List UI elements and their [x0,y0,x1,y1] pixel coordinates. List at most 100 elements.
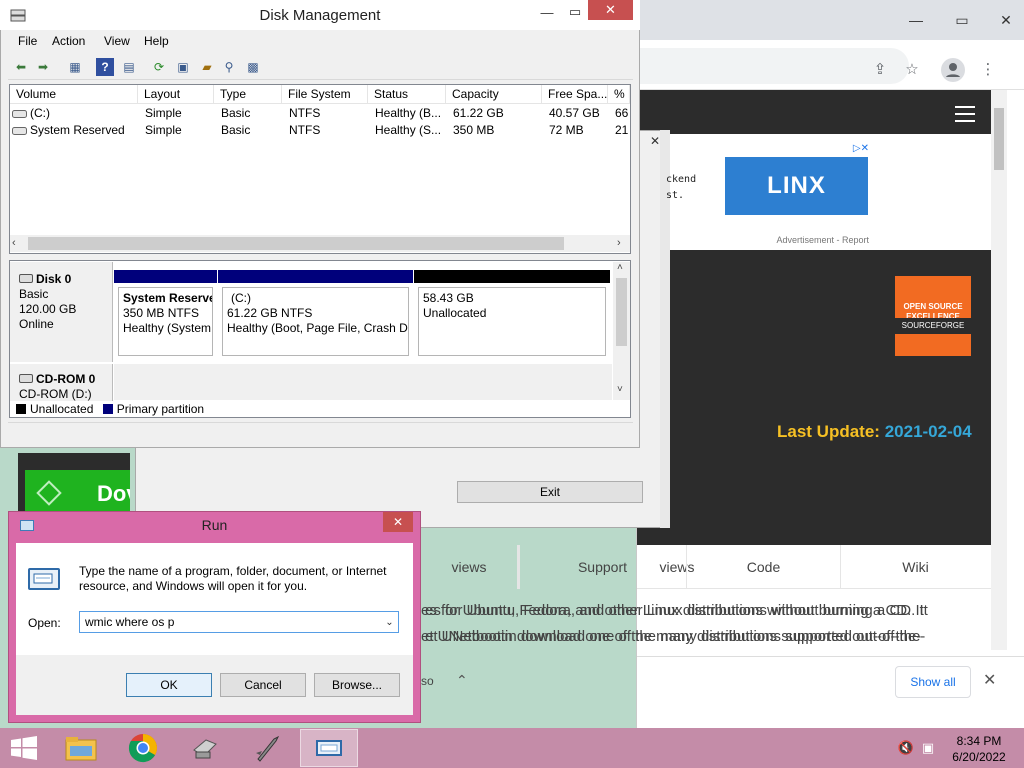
share-icon[interactable]: ⇪ [869,58,891,80]
scroll-left-icon[interactable]: ‹ [12,237,16,249]
col-free-space[interactable]: Free Spa... [542,85,608,104]
scroll-right-icon[interactable]: › [617,237,621,249]
partition-size: 58.43 GB [423,291,474,305]
windows-start-icon[interactable] [10,736,38,760]
run-description: Type the name of a program, folder, docu… [79,564,387,593]
close-icon[interactable]: ✕ [383,512,413,532]
search-icon[interactable]: ⚲ [220,58,238,76]
ok-button[interactable]: OK [126,673,212,697]
exit-button[interactable]: Exit [457,481,643,503]
close-icon[interactable]: ✕ [993,8,1019,32]
row-c-volume[interactable]: (C:) [24,105,138,121]
badge-line1: OPEN SOURCE [903,302,963,311]
row-c-fs: NTFS [289,106,321,120]
browse-button[interactable]: Browse... [314,673,400,697]
disk-tool-icon[interactable] [176,729,234,767]
site-header [637,90,991,134]
volume-list-hscroll[interactable]: ‹ › [10,235,630,252]
disk0-label[interactable]: Disk 0 Basic 120.00 GB Online [10,262,113,362]
partition-c[interactable]: (C:) 61.22 GB NTFS Healthy (Boot, Page F… [218,270,413,358]
refresh-icon[interactable]: ⟳ [150,58,168,76]
cancel-button[interactable]: Cancel [220,673,306,697]
partition-details: (C:) 61.22 GB NTFS Healthy (Boot, Page F… [222,287,409,356]
properties-icon[interactable]: ▤ [120,58,138,76]
description-line-2-visible: et UNetbootin download one of the many d… [421,628,922,645]
status-bar [8,422,633,442]
network-icon[interactable]: ▣ [920,740,936,756]
help-icon[interactable]: ? [96,58,114,76]
scroll-down-icon[interactable]: ˅ [617,384,623,395]
minimize-icon[interactable]: — [532,2,562,22]
open-input[interactable] [79,611,399,633]
menu-view[interactable]: View [104,34,130,48]
page-scroll-thumb[interactable] [994,108,1004,170]
download-icon [36,480,62,506]
address-bar[interactable] [637,48,897,84]
close-download-bar-icon[interactable]: ✕ [983,670,1003,692]
row-sr-volume[interactable]: System Reserved [24,122,138,138]
chevron-down-icon[interactable]: ⌄ [381,612,398,632]
minimize-icon[interactable]: — [903,8,929,32]
maximize-icon[interactable]: ▭ [560,2,590,22]
description-line-1-visible: es for Ubuntu, Fedora, and other Linux d… [421,602,924,619]
cdrom-label[interactable]: CD-ROM 0 CD-ROM (D:) [10,364,113,402]
ad-choices-icon[interactable]: ▷✕ [837,143,869,157]
unallocated-swatch [16,404,26,414]
col-percent-free[interactable]: % F [608,85,630,104]
file-explorer-icon[interactable] [52,729,110,767]
partition-system-reserved[interactable]: System Reserve 350 MB NTFS Healthy (Syst… [114,270,217,358]
cdrom-area [114,364,612,400]
disk-view-vscroll[interactable]: ˄ ˅ [613,262,630,400]
tab-code[interactable]: Code [686,545,840,589]
partition-unallocated[interactable]: 58.43 GB Unallocated [414,270,610,358]
col-type[interactable]: Type [214,85,282,104]
back-arrow-icon[interactable]: ⬅ [12,58,30,76]
forward-arrow-icon[interactable]: ➡ [34,58,52,76]
open-label: Open: [28,616,61,630]
maximize-icon[interactable]: ▭ [949,8,975,32]
disk-management-icon[interactable] [300,729,358,767]
hscroll-thumb[interactable] [28,237,564,250]
advertisement-label[interactable]: Advertisement - Report [757,235,869,247]
profile-avatar-icon[interactable] [941,58,965,82]
rescan-icon[interactable]: ▣ [174,58,192,76]
volume-muted-icon[interactable]: 🔇 [898,740,914,756]
menu-kebab-icon[interactable]: ⋮ [977,58,999,80]
linx-advert[interactable]: LINX [725,157,868,215]
row-sr-capacity: 350 MB [453,123,495,137]
row-c-layout: Simple [145,106,182,120]
settings-icon[interactable]: ▩ [244,58,262,76]
show-all-button[interactable]: Show all [895,666,971,698]
col-file-system[interactable]: File System [282,85,368,104]
col-volume[interactable]: Volume [10,85,138,104]
open-folder-icon[interactable]: ▰ [198,58,216,76]
bookmark-star-icon[interactable]: ☆ [901,58,923,80]
close-icon[interactable]: ✕ [588,0,633,20]
tab-reviews-visible[interactable]: views [421,545,517,589]
disk-icon [19,274,33,283]
system-clock[interactable]: 8:34 PM 6/20/2022 [940,733,1018,765]
unetbootin-icon[interactable] [238,729,296,767]
download-item-fragment[interactable]: so [421,674,434,688]
menu-action[interactable]: Action [52,34,85,48]
menu-file[interactable]: File [18,34,37,48]
cdrom-title: CD-ROM 0 [36,372,96,386]
disk0-name: Disk 0 [19,272,112,287]
col-capacity[interactable]: Capacity [446,85,542,104]
tab-support[interactable]: Support [518,545,686,589]
legend: Unallocated Primary partition [10,401,630,417]
console-tree-icon[interactable]: ▦ [66,58,84,76]
tab-wiki[interactable]: Wiki [840,545,990,589]
row-c-type: Basic [221,106,251,120]
menu-help[interactable]: Help [144,34,169,48]
primary-partition-bar [114,270,217,283]
vscroll-thumb[interactable] [616,278,627,346]
page-scrollbar[interactable] [991,90,1007,650]
chevron-up-icon[interactable]: ⌃ [456,672,468,689]
chrome-icon[interactable] [114,729,172,767]
col-status[interactable]: Status [368,85,446,104]
scroll-up-icon[interactable]: ˄ [617,262,623,273]
row-c-pct: 66 [615,106,629,120]
col-layout[interactable]: Layout [138,85,214,104]
hamburger-menu-icon[interactable] [955,106,975,122]
